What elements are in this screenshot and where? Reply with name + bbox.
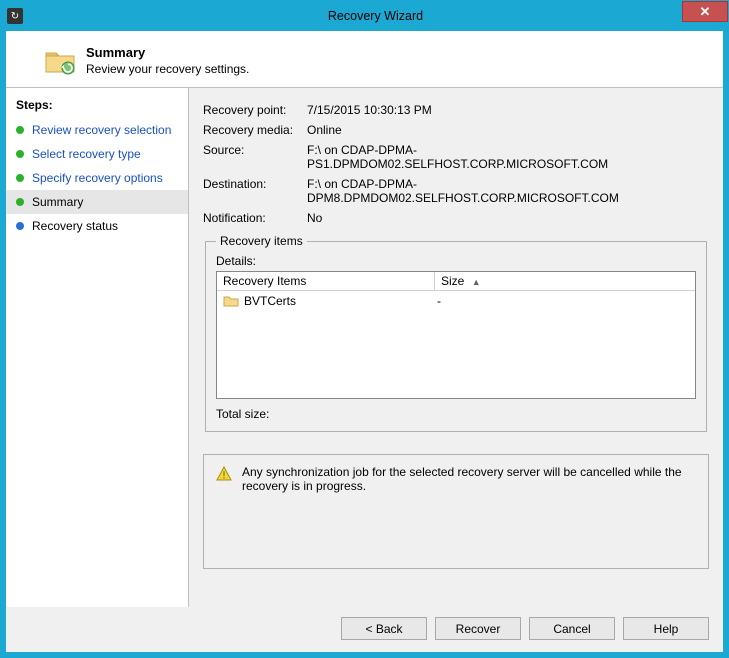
step-specify-recovery-options[interactable]: Specify recovery options <box>6 166 188 190</box>
steps-sidebar: Steps: Review recovery selection Select … <box>6 88 189 607</box>
page-subtitle: Review your recovery settings. <box>86 62 249 76</box>
warning-text: Any synchronization job for the selected… <box>242 465 696 493</box>
cancel-button[interactable]: Cancel <box>529 617 615 640</box>
header-texts: Summary Review your recovery settings. <box>86 45 249 76</box>
close-icon: ✕ <box>700 4 711 20</box>
folder-icon <box>223 293 239 309</box>
kv-label: Destination: <box>203 177 307 205</box>
step-label: Select recovery type <box>32 147 141 161</box>
kv-recovery-media: Recovery media: Online <box>203 120 709 140</box>
kv-recovery-point: Recovery point: 7/15/2015 10:30:13 PM <box>203 100 709 120</box>
step-review-recovery-selection[interactable]: Review recovery selection <box>6 118 188 142</box>
kv-label: Source: <box>203 143 307 171</box>
cell-item-name: BVTCerts <box>223 293 437 309</box>
details-label: Details: <box>216 254 696 268</box>
sort-ascending-icon: ▲ <box>472 277 481 287</box>
page-title: Summary <box>86 45 249 60</box>
step-bullet-icon <box>16 222 24 230</box>
kv-label: Recovery media: <box>203 123 307 137</box>
header-pane: Summary Review your recovery settings. <box>6 31 723 87</box>
kv-source: Source: F:\ on CDAP-DPMA-PS1.DPMDOM02.SE… <box>203 140 709 174</box>
column-header-size[interactable]: Size ▲ <box>435 272 695 290</box>
kv-value: 7/15/2015 10:30:13 PM <box>307 103 709 117</box>
step-recovery-status: Recovery status <box>6 214 188 238</box>
step-label: Review recovery selection <box>32 123 171 137</box>
column-header-items[interactable]: Recovery Items <box>217 272 435 290</box>
total-size-label: Total size: <box>216 407 286 421</box>
step-summary[interactable]: Summary <box>6 190 188 214</box>
window-title: Recovery Wizard <box>23 9 728 23</box>
titlebar: ↻ Recovery Wizard ✕ <box>1 1 728 31</box>
summary-folder-icon <box>44 45 76 77</box>
step-bullet-icon <box>16 150 24 158</box>
warning-icon <box>216 466 232 482</box>
recovery-items-group: Recovery items Details: Recovery Items S… <box>205 234 707 432</box>
column-header-text: Recovery Items <box>223 274 306 288</box>
kv-value: No <box>307 211 709 225</box>
step-label: Specify recovery options <box>32 171 163 185</box>
grid-header: Recovery Items Size ▲ <box>217 272 695 291</box>
window-body: Summary Review your recovery settings. S… <box>1 31 728 657</box>
content-row: Steps: Review recovery selection Select … <box>6 87 723 607</box>
step-select-recovery-type[interactable]: Select recovery type <box>6 142 188 166</box>
step-bullet-icon <box>16 198 24 206</box>
step-label: Recovery status <box>32 219 118 233</box>
total-size-row: Total size: <box>216 407 696 421</box>
back-button[interactable]: < Back <box>341 617 427 640</box>
kv-value: Online <box>307 123 709 137</box>
table-row[interactable]: BVTCerts - <box>217 291 695 311</box>
kv-value: F:\ on CDAP-DPMA-DPM8.DPMDOM02.SELFHOST.… <box>307 177 709 205</box>
kv-label: Notification: <box>203 211 307 225</box>
wizard-button-row: < Back Recover Cancel Help <box>6 607 723 652</box>
kv-value: F:\ on CDAP-DPMA-PS1.DPMDOM02.SELFHOST.C… <box>307 143 709 171</box>
main-panel: Recovery point: 7/15/2015 10:30:13 PM Re… <box>189 88 723 607</box>
kv-destination: Destination: F:\ on CDAP-DPMA-DPM8.DPMDO… <box>203 174 709 208</box>
step-bullet-icon <box>16 126 24 134</box>
help-button[interactable]: Help <box>623 617 709 640</box>
recovery-wizard-window: ↻ Recovery Wizard ✕ Summary Review your … <box>0 0 729 658</box>
app-icon: ↻ <box>7 8 23 24</box>
recovery-items-grid[interactable]: Recovery Items Size ▲ <box>216 271 696 399</box>
steps-heading: Steps: <box>6 94 188 118</box>
cell-item-size: - <box>437 294 689 308</box>
recovery-items-legend: Recovery items <box>216 234 307 248</box>
recover-button[interactable]: Recover <box>435 617 521 640</box>
item-name-text: BVTCerts <box>244 294 296 308</box>
step-label: Summary <box>32 195 83 209</box>
kv-label: Recovery point: <box>203 103 307 117</box>
column-header-text: Size <box>441 274 464 288</box>
close-button[interactable]: ✕ <box>682 1 728 22</box>
step-bullet-icon <box>16 174 24 182</box>
warning-panel: Any synchronization job for the selected… <box>203 454 709 569</box>
kv-notification: Notification: No <box>203 208 709 228</box>
